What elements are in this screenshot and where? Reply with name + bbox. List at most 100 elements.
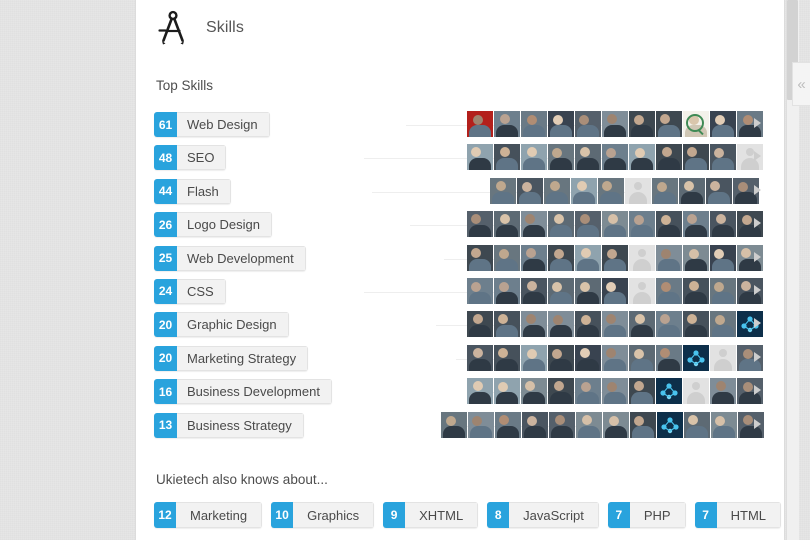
next-endorsers-arrow-icon[interactable] bbox=[754, 118, 761, 128]
skill-chip[interactable]: 48 SEO bbox=[154, 145, 227, 171]
endorser-avatar[interactable] bbox=[521, 111, 547, 137]
endorser-avatar[interactable] bbox=[602, 344, 628, 371]
endorser-avatar[interactable] bbox=[683, 378, 709, 405]
endorser-avatar[interactable] bbox=[521, 244, 547, 271]
endorser-avatar[interactable] bbox=[710, 344, 736, 371]
endorser-avatar[interactable] bbox=[711, 411, 737, 438]
also-skill-chip[interactable]: 7 PHP bbox=[607, 502, 686, 528]
endorser-avatar[interactable] bbox=[710, 277, 736, 304]
endorser-avatar[interactable] bbox=[548, 244, 574, 271]
endorser-avatar[interactable] bbox=[710, 378, 736, 405]
endorser-avatar[interactable] bbox=[629, 111, 655, 137]
skill-chip[interactable]: 24 CSS bbox=[154, 278, 226, 304]
endorser-avatar[interactable] bbox=[575, 311, 601, 338]
endorser-avatar[interactable] bbox=[630, 411, 656, 438]
endorser-avatar[interactable] bbox=[548, 277, 574, 304]
skill-chip[interactable]: 26 Logo Design bbox=[154, 212, 272, 238]
endorser-avatar[interactable] bbox=[683, 344, 709, 371]
skill-chip[interactable]: 13 Business Strategy bbox=[154, 412, 304, 438]
collapse-panel-handle[interactable]: « bbox=[792, 62, 810, 106]
next-endorsers-arrow-icon[interactable] bbox=[754, 151, 761, 162]
endorser-avatar[interactable] bbox=[548, 311, 574, 338]
endorser-avatar[interactable] bbox=[521, 311, 547, 338]
endorser-avatar[interactable] bbox=[602, 378, 628, 405]
endorser-avatar[interactable] bbox=[598, 177, 624, 204]
endorser-avatar[interactable] bbox=[522, 411, 548, 438]
endorser-avatar[interactable] bbox=[603, 411, 629, 438]
endorser-avatar[interactable] bbox=[679, 177, 705, 204]
endorser-avatar[interactable] bbox=[656, 277, 682, 304]
endorser-avatar[interactable] bbox=[571, 177, 597, 204]
endorser-avatar[interactable] bbox=[710, 311, 736, 338]
endorser-avatar[interactable] bbox=[656, 378, 682, 405]
endorser-avatar[interactable] bbox=[490, 177, 516, 204]
skill-chip[interactable]: 20 Marketing Strategy bbox=[154, 345, 309, 371]
endorser-avatar[interactable] bbox=[683, 277, 709, 304]
endorser-avatar[interactable] bbox=[629, 277, 655, 304]
endorser-avatar[interactable] bbox=[656, 211, 682, 238]
endorser-avatar[interactable] bbox=[575, 277, 601, 304]
next-endorsers-arrow-icon[interactable] bbox=[754, 418, 761, 429]
endorser-avatar[interactable] bbox=[706, 177, 732, 204]
endorser-avatar[interactable] bbox=[575, 211, 601, 238]
endorser-avatar[interactable] bbox=[656, 244, 682, 271]
next-endorsers-arrow-icon[interactable] bbox=[754, 385, 761, 396]
endorser-avatar[interactable] bbox=[495, 411, 521, 438]
endorser-avatar[interactable] bbox=[575, 144, 601, 171]
endorser-avatar[interactable] bbox=[494, 277, 520, 304]
endorser-avatar[interactable] bbox=[683, 144, 709, 171]
endorser-avatar[interactable] bbox=[656, 144, 682, 171]
endorser-avatar[interactable] bbox=[657, 411, 683, 438]
endorser-avatar[interactable] bbox=[629, 211, 655, 238]
endorser-avatar[interactable] bbox=[710, 111, 736, 137]
endorser-avatar[interactable] bbox=[575, 111, 601, 137]
endorser-avatar[interactable] bbox=[467, 378, 493, 405]
endorser-avatar[interactable] bbox=[683, 311, 709, 338]
also-skill-chip[interactable]: 10 Graphics bbox=[271, 502, 375, 528]
endorser-avatar[interactable] bbox=[521, 344, 547, 371]
endorser-avatar[interactable] bbox=[710, 211, 736, 238]
endorser-avatar[interactable] bbox=[544, 177, 570, 204]
next-endorsers-arrow-icon[interactable] bbox=[754, 184, 761, 195]
endorser-avatar[interactable] bbox=[467, 277, 493, 304]
also-skill-chip[interactable]: 12 Marketing bbox=[154, 502, 263, 528]
endorser-avatar[interactable] bbox=[684, 411, 710, 438]
endorser-avatar[interactable] bbox=[629, 144, 655, 171]
endorser-avatar[interactable] bbox=[683, 244, 709, 271]
also-skill-chip[interactable]: 8 JavaScript bbox=[487, 502, 599, 528]
endorser-avatar[interactable] bbox=[629, 378, 655, 405]
endorser-avatar[interactable] bbox=[548, 144, 574, 171]
endorser-avatar[interactable] bbox=[494, 344, 520, 371]
endorser-avatar[interactable] bbox=[652, 177, 678, 204]
endorser-avatar[interactable] bbox=[494, 244, 520, 271]
endorser-avatar[interactable] bbox=[629, 244, 655, 271]
endorser-avatar[interactable] bbox=[625, 177, 651, 204]
endorser-avatar[interactable] bbox=[521, 144, 547, 171]
skill-chip[interactable]: 61 Web Design bbox=[154, 112, 270, 137]
endorser-avatar[interactable] bbox=[468, 411, 494, 438]
endorser-avatar[interactable] bbox=[629, 344, 655, 371]
endorser-avatar[interactable] bbox=[575, 244, 601, 271]
endorser-avatar[interactable] bbox=[656, 344, 682, 371]
endorser-avatar[interactable] bbox=[521, 277, 547, 304]
endorser-avatar[interactable] bbox=[521, 378, 547, 405]
endorser-avatar[interactable] bbox=[602, 244, 628, 271]
endorser-avatar[interactable] bbox=[576, 411, 602, 438]
endorser-avatar[interactable] bbox=[548, 344, 574, 371]
endorser-avatar[interactable] bbox=[548, 111, 574, 137]
endorser-avatar[interactable] bbox=[467, 211, 493, 238]
endorser-avatar[interactable] bbox=[494, 378, 520, 405]
endorser-avatar[interactable] bbox=[602, 211, 628, 238]
endorser-avatar[interactable] bbox=[521, 211, 547, 238]
skill-chip[interactable]: 16 Business Development bbox=[154, 379, 332, 405]
endorser-avatar[interactable] bbox=[683, 111, 709, 137]
endorser-avatar[interactable] bbox=[602, 144, 628, 171]
next-endorsers-arrow-icon[interactable] bbox=[754, 318, 761, 329]
endorser-avatar[interactable] bbox=[575, 344, 601, 371]
endorser-avatar[interactable] bbox=[467, 244, 493, 271]
endorser-avatar[interactable] bbox=[548, 378, 574, 405]
endorser-avatar[interactable] bbox=[467, 344, 493, 371]
endorser-avatar[interactable] bbox=[549, 411, 575, 438]
endorser-avatar[interactable] bbox=[656, 111, 682, 137]
endorser-avatar[interactable] bbox=[494, 211, 520, 238]
